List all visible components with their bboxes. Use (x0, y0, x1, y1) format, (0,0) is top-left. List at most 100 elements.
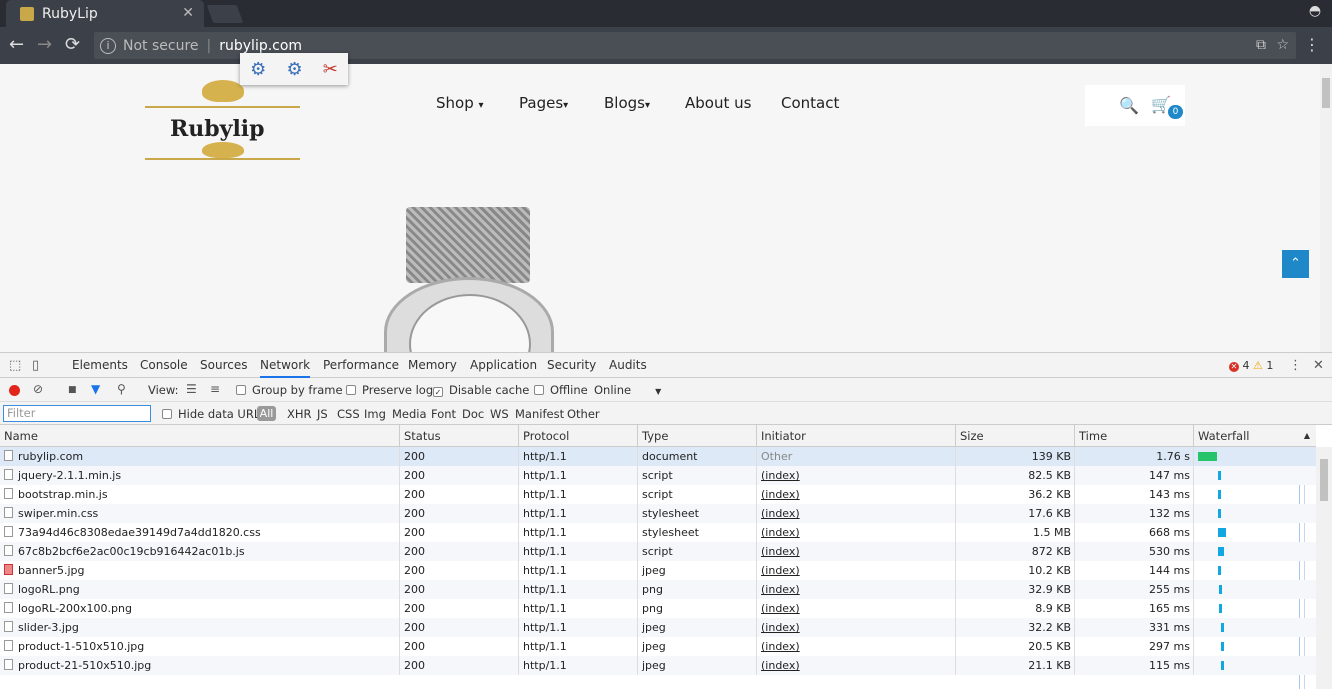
column-waterfall[interactable]: Waterfall ▲ (1193, 425, 1316, 447)
table-row[interactable]: banner5.jpg 200 http/1.1 jpeg (index) 10.2 KB… (0, 561, 1316, 580)
type-filter-img[interactable]: Img (364, 407, 386, 421)
capture-screenshots-icon[interactable]: ■ (68, 385, 77, 395)
search-icon[interactable]: 🔍 (1119, 96, 1139, 115)
inspect-element-icon[interactable]: ⬚ (9, 358, 21, 373)
filter-input[interactable]: Filter (3, 405, 151, 422)
devtools-menu-icon[interactable]: ⋮ (1289, 358, 1302, 373)
cell-initiator[interactable]: (index) (756, 504, 956, 523)
column-time[interactable]: Time (1074, 425, 1194, 447)
table-row[interactable]: 73a94d46c8308edae39149d7a4dd1820.css 200 h… (0, 523, 1316, 542)
column-name[interactable]: Name (0, 425, 400, 447)
cell-initiator[interactable]: (index) (756, 656, 956, 675)
bookmark-star-icon[interactable]: ☆ (1276, 37, 1289, 53)
checkbox-box[interactable] (534, 385, 544, 395)
new-tab-button[interactable] (206, 5, 244, 23)
column-initiator[interactable]: Initiator (756, 425, 956, 447)
type-filter-js[interactable]: JS (317, 407, 328, 421)
group-by-frame-checkbox[interactable]: Group by frame (236, 383, 343, 397)
cell-initiator[interactable]: (index) (756, 618, 956, 637)
tab-security[interactable]: Security (547, 358, 596, 372)
filter-icon[interactable]: ▼ (91, 382, 100, 396)
back-to-top-button[interactable]: ⌃ (1282, 250, 1309, 278)
cell-initiator[interactable]: (index) (756, 637, 956, 656)
info-icon[interactable]: i (100, 37, 116, 54)
site-logo[interactable]: Rubylip (140, 78, 305, 168)
translate-icon[interactable]: ⧉ (1256, 37, 1266, 53)
gear-icon[interactable]: ⚙ (286, 59, 302, 80)
cell-initiator[interactable]: (index) (756, 542, 956, 561)
type-filter-manifest[interactable]: Manifest (515, 407, 564, 421)
tab-application[interactable]: Application (470, 358, 537, 372)
throttling-select[interactable]: Online ▼ (594, 383, 661, 397)
reload-icon[interactable]: ⟳ (65, 35, 80, 55)
close-tab-icon[interactable]: ✕ (182, 5, 194, 21)
type-filter-other[interactable]: Other (567, 407, 600, 421)
tab-elements[interactable]: Elements (72, 358, 128, 372)
tab-audits[interactable]: Audits (609, 358, 647, 372)
cell-initiator[interactable]: (index) (756, 485, 956, 504)
back-icon[interactable]: ← (9, 35, 24, 55)
url-text[interactable]: rubylip.com (219, 38, 302, 54)
error-warning-counter[interactable]: ✕ 4 ⚠ 1 (1229, 359, 1273, 372)
type-filter-font[interactable]: Font (431, 407, 456, 421)
table-row[interactable]: bootstrap.min.js 200 http/1.1 script (index)… (0, 485, 1316, 504)
type-filter-doc[interactable]: Doc (462, 407, 484, 421)
table-row[interactable]: rubylip.com 200 http/1.1 document Other 139 K… (0, 447, 1316, 466)
column-size[interactable]: Size (955, 425, 1075, 447)
column-type[interactable]: Type (637, 425, 757, 447)
nav-blogs[interactable]: Blogs▾ (604, 94, 650, 112)
checkbox-box[interactable] (162, 409, 172, 419)
table-row[interactable]: swiper.min.css 200 http/1.1 stylesheet (inde… (0, 504, 1316, 523)
overview-icon[interactable]: ≡ (210, 382, 220, 396)
requests-scrollbar[interactable] (1316, 447, 1332, 689)
page-scrollbar[interactable] (1320, 64, 1332, 352)
checkbox-box[interactable] (346, 385, 356, 395)
table-row[interactable]: jquery-2.1.1.min.js 200 http/1.1 script (ind… (0, 466, 1316, 485)
nav-shop[interactable]: Shop ▾ (436, 94, 484, 112)
forward-icon[interactable]: → (37, 35, 52, 55)
tab-sources[interactable]: Sources (200, 358, 247, 372)
disable-cache-checkbox[interactable]: ✓ Disable cache (433, 383, 529, 397)
table-row[interactable]: 67c8b2bcf6e2ac00c19cb916442ac01b.js 200 ht… (0, 542, 1316, 561)
nav-about-us[interactable]: About us (685, 94, 751, 112)
cell-initiator[interactable]: (index) (756, 580, 956, 599)
tab-memory[interactable]: Memory (408, 358, 457, 372)
column-status[interactable]: Status (399, 425, 519, 447)
tab-performance[interactable]: Performance (323, 358, 399, 372)
search-icon[interactable]: ⚲ (117, 382, 126, 396)
hide-data-urls-checkbox[interactable]: Hide data URLs (162, 407, 266, 421)
type-filter-media[interactable]: Media (392, 407, 427, 421)
clear-icon[interactable]: ⊘ (33, 382, 43, 396)
large-rows-icon[interactable]: ☰ (186, 382, 197, 396)
column-protocol[interactable]: Protocol (518, 425, 638, 447)
table-row[interactable]: slider-3.jpg 200 http/1.1 jpeg (index) 32.2 K… (0, 618, 1316, 637)
preserve-log-checkbox[interactable]: Preserve log (346, 383, 433, 397)
record-icon[interactable] (9, 385, 20, 396)
nav-contact[interactable]: Contact (781, 94, 839, 112)
table-row[interactable]: logoRL.png 200 http/1.1 png (index) 32.9 KB 25… (0, 580, 1316, 599)
browser-menu-icon[interactable]: ⋮ (1304, 35, 1320, 54)
cell-initiator[interactable]: Other (756, 447, 956, 466)
cell-initiator[interactable]: (index) (756, 523, 956, 542)
type-filter-ws[interactable]: WS (490, 407, 509, 421)
page-scrollbar-thumb[interactable] (1322, 78, 1330, 108)
checkbox-box[interactable] (236, 385, 246, 395)
tab-console[interactable]: Console (140, 358, 188, 372)
close-devtools-icon[interactable]: ✕ (1313, 358, 1324, 373)
requests-scrollbar-thumb[interactable] (1320, 459, 1328, 501)
type-filter-xhr[interactable]: XHR (287, 407, 312, 421)
device-toolbar-icon[interactable]: ▯ (32, 358, 39, 373)
cell-initiator[interactable]: (index) (756, 599, 956, 618)
nav-pages[interactable]: Pages▾ (519, 94, 568, 112)
browser-tab[interactable]: RubyLip ✕ (6, 0, 204, 27)
cell-initiator[interactable]: (index) (756, 466, 956, 485)
table-row[interactable]: product-21-510x510.jpg 200 http/1.1 jpeg (in… (0, 656, 1316, 675)
table-row[interactable]: product-1-510x510.jpg 200 http/1.1 jpeg (ind… (0, 637, 1316, 656)
type-filter-all[interactable]: All (257, 406, 276, 421)
tab-network[interactable]: Network (260, 358, 311, 378)
cell-initiator[interactable]: (index) (756, 561, 956, 580)
tools-icon[interactable]: ✂ (323, 59, 338, 80)
gear-icon[interactable]: ⚙ (250, 59, 266, 80)
type-filter-css[interactable]: CSS (337, 407, 360, 421)
offline-checkbox[interactable]: Offline (534, 383, 588, 397)
